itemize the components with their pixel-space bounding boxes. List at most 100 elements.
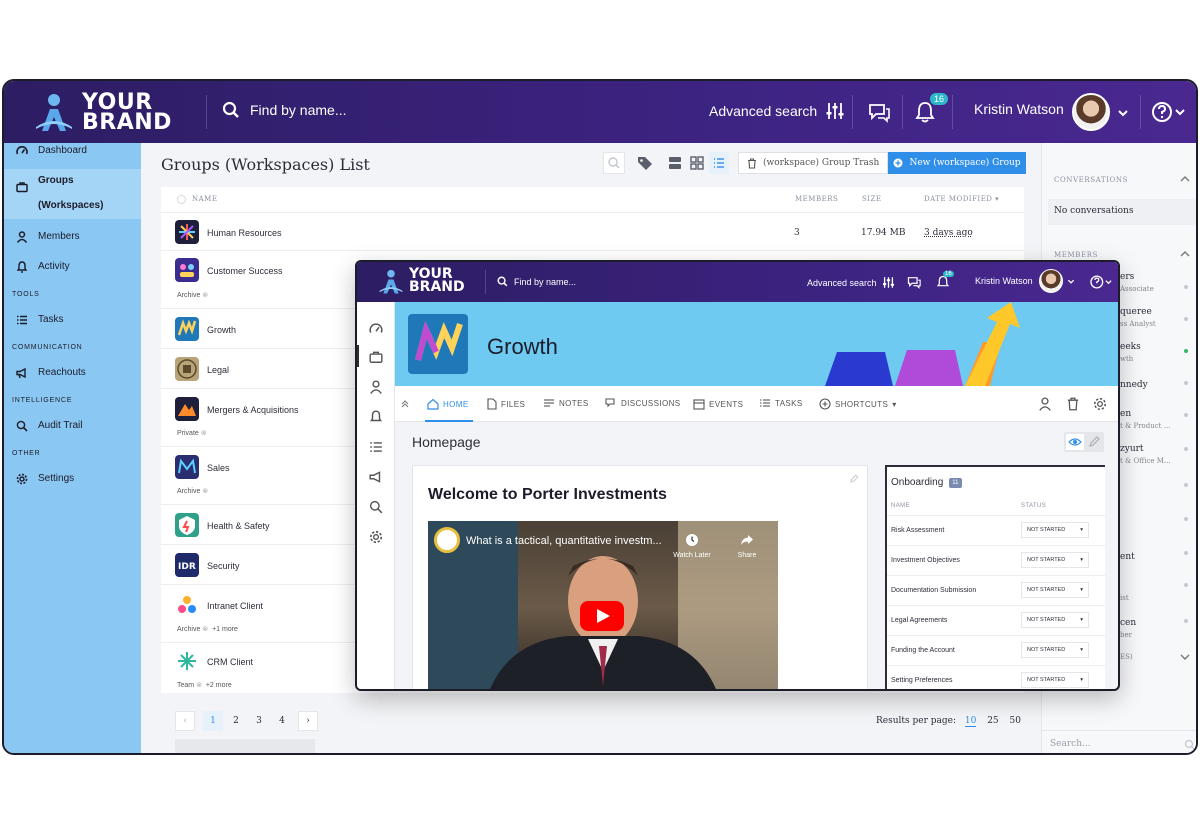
briefcase-icon[interactable] bbox=[369, 350, 383, 364]
group-trash-button[interactable]: (workspace) Group Trash bbox=[738, 152, 889, 174]
table-row[interactable]: Human Resources 3 17.94 MB 3 days ago bbox=[161, 212, 1024, 250]
column-header-date-modified[interactable]: DATE MODIFIED ▾ bbox=[924, 195, 999, 203]
member-name[interactable]: ers bbox=[1120, 272, 1134, 282]
onboarding-row[interactable]: Legal Agreements NOT STARTED ▾ bbox=[885, 605, 1105, 635]
tab-notes[interactable]: NOTES bbox=[543, 398, 589, 408]
sidebar-item-activity[interactable]: Activity bbox=[16, 261, 70, 273]
list-search-button[interactable] bbox=[603, 152, 625, 174]
group-name[interactable]: Customer Success bbox=[207, 266, 283, 276]
more-tags[interactable]: +2 more bbox=[206, 682, 232, 689]
group-name[interactable]: CRM Client bbox=[207, 657, 253, 667]
play-button-icon[interactable] bbox=[580, 601, 624, 631]
group-name[interactable]: Growth bbox=[207, 325, 236, 335]
group-name[interactable]: Security bbox=[207, 561, 240, 571]
more-tags[interactable]: +1 more bbox=[212, 626, 238, 633]
brand-mark-icon[interactable] bbox=[377, 268, 405, 296]
megaphone-icon[interactable] bbox=[369, 470, 383, 484]
help-icon[interactable] bbox=[1089, 274, 1115, 290]
onboarding-row[interactable]: Risk Assessment NOT STARTED ▾ bbox=[885, 515, 1105, 545]
notifications-button[interactable]: 16 bbox=[935, 271, 954, 290]
group-name[interactable]: Mergers & Acquisitions bbox=[207, 405, 299, 415]
horizontal-scrollbar[interactable] bbox=[175, 739, 315, 753]
share-button[interactable]: Share bbox=[728, 533, 766, 559]
member-name[interactable]: cen bbox=[1120, 618, 1136, 628]
onboarding-row[interactable]: Documentation Submission NOT STARTED ▾ bbox=[885, 575, 1105, 605]
prev-page-button[interactable]: ‹ bbox=[175, 711, 195, 731]
tab-home[interactable]: HOME bbox=[427, 398, 469, 410]
gear-icon[interactable] bbox=[1093, 397, 1107, 411]
member-name[interactable]: queree bbox=[1120, 307, 1152, 317]
sidebar-item-reachouts[interactable]: Reachouts bbox=[16, 367, 86, 379]
tasks-icon[interactable] bbox=[369, 440, 383, 454]
user-avatar[interactable] bbox=[1039, 269, 1063, 293]
advanced-search-button[interactable]: Advanced search bbox=[807, 276, 895, 289]
channel-avatar[interactable] bbox=[434, 527, 460, 553]
chevron-up-icon[interactable] bbox=[1180, 250, 1190, 258]
collapse-icon[interactable] bbox=[401, 400, 409, 408]
grid-view-icon[interactable] bbox=[689, 152, 705, 174]
status-select[interactable]: NOT STARTED ▾ bbox=[1021, 642, 1089, 658]
page-number[interactable]: 2 bbox=[226, 711, 246, 731]
member-search-input[interactable]: Search... bbox=[1050, 739, 1091, 749]
chat-icon[interactable] bbox=[906, 274, 922, 290]
column-header-size[interactable]: SIZE bbox=[862, 195, 882, 203]
view-edit-toggle[interactable] bbox=[1064, 432, 1104, 452]
select-all-checkbox[interactable] bbox=[177, 195, 186, 204]
tab-tasks[interactable]: TASKS bbox=[759, 398, 803, 408]
overlay-search[interactable]: Find by name... bbox=[497, 276, 576, 287]
onboarding-row[interactable]: Funding the Account NOT STARTED ▾ bbox=[885, 635, 1105, 665]
video-player[interactable]: What is a tactical, quantitative investm… bbox=[428, 521, 778, 689]
onboarding-row[interactable]: Setting Preferences NOT STARTED ▾ bbox=[885, 665, 1105, 689]
view-mode-button[interactable] bbox=[1066, 434, 1084, 450]
status-select[interactable]: NOT STARTED ▾ bbox=[1021, 582, 1089, 598]
user-avatar[interactable] bbox=[1072, 93, 1110, 131]
video-title[interactable]: What is a tactical, quantitative investm… bbox=[466, 535, 662, 547]
tab-discussions[interactable]: DISCUSSIONS bbox=[605, 398, 681, 408]
per-page-option[interactable]: 50 bbox=[1010, 716, 1021, 726]
person-icon[interactable] bbox=[369, 380, 383, 394]
status-select[interactable]: NOT STARTED ▾ bbox=[1021, 522, 1089, 538]
per-page-option[interactable]: 25 bbox=[987, 716, 998, 726]
sidebar-item-groups[interactable]: Groups (Workspaces) bbox=[16, 175, 126, 218]
member-name[interactable]: ent bbox=[1120, 552, 1135, 562]
next-page-button[interactable]: › bbox=[298, 711, 318, 731]
edit-icon[interactable] bbox=[1086, 434, 1102, 450]
dashboard-icon[interactable] bbox=[369, 322, 383, 336]
status-select[interactable]: NOT STARTED ▾ bbox=[1021, 672, 1089, 688]
watch-later-button[interactable]: Watch Later bbox=[672, 533, 712, 559]
bell-icon[interactable] bbox=[369, 410, 383, 424]
chat-icon[interactable] bbox=[866, 99, 892, 125]
status-select[interactable]: NOT STARTED ▾ bbox=[1021, 612, 1089, 628]
edit-icon[interactable] bbox=[849, 474, 859, 484]
sidebar-item-dashboard[interactable]: Dashboard bbox=[16, 145, 87, 157]
user-name[interactable]: Kristin Watson bbox=[974, 101, 1064, 117]
per-page-option[interactable]: 10 bbox=[964, 716, 977, 727]
member-name[interactable]: en bbox=[1120, 409, 1131, 419]
group-name[interactable]: Human Resources bbox=[207, 228, 282, 238]
sidebar-item-audit-trail[interactable]: Audit Trail bbox=[16, 420, 82, 432]
notifications-button[interactable]: 16 bbox=[912, 93, 948, 125]
chevron-down-icon[interactable] bbox=[1117, 108, 1129, 118]
sidebar-item-members[interactable]: Members bbox=[16, 231, 80, 243]
sidebar-item-tasks[interactable]: Tasks bbox=[16, 314, 64, 326]
chevron-up-icon[interactable] bbox=[1180, 175, 1190, 183]
group-name[interactable]: Sales bbox=[207, 463, 230, 473]
chevron-down-icon[interactable] bbox=[1180, 653, 1190, 661]
page-number[interactable]: 4 bbox=[272, 711, 292, 731]
tab-files[interactable]: FILES bbox=[487, 398, 525, 410]
chevron-down-icon[interactable] bbox=[1067, 278, 1075, 285]
member-name[interactable]: nnedy bbox=[1120, 380, 1148, 390]
audit-search-icon[interactable] bbox=[369, 500, 383, 514]
tab-events[interactable]: EVENTS bbox=[693, 398, 743, 410]
trash-icon[interactable] bbox=[1066, 397, 1080, 411]
gear-icon[interactable] bbox=[369, 530, 383, 544]
list-view-button[interactable] bbox=[709, 152, 729, 174]
new-group-button[interactable]: New (workspace) Group bbox=[888, 152, 1026, 174]
status-select[interactable]: NOT STARTED ▾ bbox=[1021, 552, 1089, 568]
page-number[interactable]: 1 bbox=[203, 711, 223, 731]
column-header-name[interactable]: NAME bbox=[192, 195, 217, 203]
group-name[interactable]: Intranet Client bbox=[207, 601, 263, 611]
advanced-search-button[interactable]: Advanced search bbox=[709, 101, 845, 121]
group-name[interactable]: Health & Safety bbox=[207, 521, 270, 531]
brand-logo[interactable]: YOUR BRAND bbox=[32, 91, 172, 135]
